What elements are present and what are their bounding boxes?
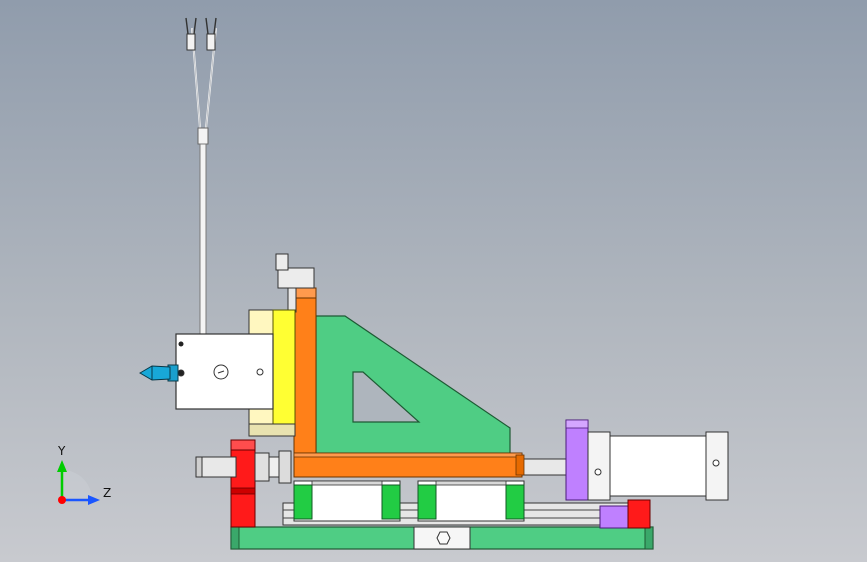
sensor-cable <box>185 17 217 335</box>
z-arrow-icon <box>88 495 100 505</box>
cable-connector-left <box>185 17 197 51</box>
assembly-drawing: Y Z <box>57 17 729 550</box>
cad-viewport[interactable]: Y Z <box>0 0 867 562</box>
coordinate-triad[interactable]: Y Z <box>57 444 111 505</box>
port-icon <box>712 459 720 467</box>
vertical-plate <box>293 287 317 454</box>
port-icon <box>594 468 602 476</box>
cable-connector-right <box>205 17 217 51</box>
sensor-nozzle <box>139 364 179 382</box>
y-axis-label: Y <box>57 444 66 458</box>
z-axis-label: Z <box>103 486 111 500</box>
rail-carriage-right <box>417 480 525 522</box>
sensor-housing <box>175 333 274 410</box>
y-arrow-icon <box>57 460 67 472</box>
horizontal-beam <box>293 452 525 478</box>
mount-hole-icon <box>178 341 184 347</box>
pneumatic-cylinder <box>587 431 729 501</box>
cylinder-rod <box>521 458 571 476</box>
triangular-gusset <box>315 315 511 457</box>
stop-block-left <box>230 439 256 528</box>
rail-carriage-left <box>293 480 401 522</box>
triad-arc <box>62 470 92 500</box>
x-axis-dot <box>58 496 66 504</box>
hex-bolt-icon <box>436 531 451 545</box>
base-plate <box>230 526 654 550</box>
